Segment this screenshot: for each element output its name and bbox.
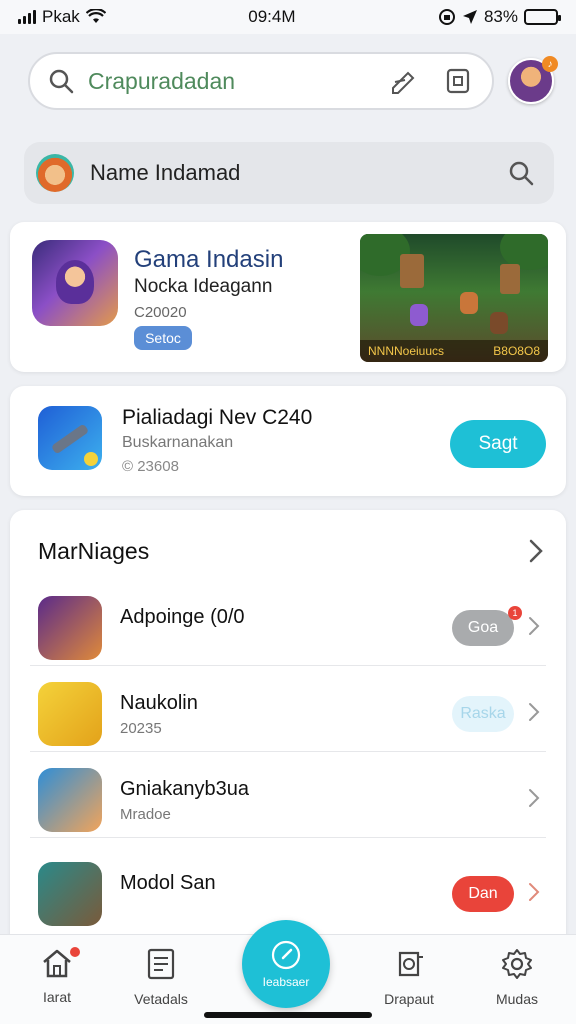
app-title: Adpoinge (0/0 bbox=[120, 606, 245, 628]
promo-app-title: Pialiadagi Nev C240 bbox=[122, 406, 313, 429]
hud-left-text: NNNNoeiuucs bbox=[368, 344, 445, 358]
search-bar[interactable]: Crapuradadan bbox=[28, 52, 494, 110]
app-title: Naukolin bbox=[120, 692, 198, 714]
search-input[interactable]: Crapuradadan bbox=[88, 68, 386, 95]
featured-game-title: Gama Indasin bbox=[134, 246, 284, 273]
chevron-right-icon[interactable] bbox=[528, 882, 540, 902]
promo-action-button[interactable]: Sagt bbox=[450, 420, 546, 468]
notification-dot: ♪ bbox=[542, 56, 558, 72]
featured-game-card[interactable]: Gama Indasin Nocka Ideagann C20020 Setoc… bbox=[10, 222, 566, 372]
search-icon bbox=[49, 69, 74, 94]
app-title: Gniakanyb3ua bbox=[120, 778, 249, 800]
rotation-lock-icon bbox=[438, 9, 455, 25]
clock: 09:4M bbox=[248, 7, 296, 26]
chevron-right-icon[interactable] bbox=[528, 538, 544, 564]
status-bar: Pkak 09:4M 83% bbox=[0, 0, 576, 34]
app-action-button[interactable]: Goa bbox=[452, 610, 514, 646]
app-action-button[interactable]: Dan bbox=[452, 876, 514, 912]
game-hud: NNNNoeiuucs B8O8O8 bbox=[360, 340, 548, 362]
app-icon bbox=[38, 682, 102, 746]
app-title: Modol San bbox=[120, 872, 216, 894]
apps-list-card: MarNiages Adpoinge (0/0 Goa 1 Naukolin 2… bbox=[10, 510, 566, 950]
download-icon bbox=[398, 951, 423, 977]
nav-item-list[interactable]: Vetadals bbox=[116, 947, 206, 1007]
featured-game-icon bbox=[32, 240, 118, 326]
list-heading: MarNiages bbox=[38, 538, 150, 564]
home-indicator[interactable] bbox=[204, 1012, 372, 1018]
scan-icon[interactable] bbox=[440, 63, 476, 99]
badge-dot: 1 bbox=[508, 606, 522, 620]
hud-right-text: B8O8O8 bbox=[493, 344, 540, 358]
wifi-icon bbox=[85, 9, 106, 23]
battery-percent: 83% bbox=[483, 7, 518, 26]
compass-icon bbox=[271, 940, 301, 970]
search-icon[interactable] bbox=[508, 160, 534, 186]
nav-label: Vetadals bbox=[134, 991, 188, 1007]
app-action-button[interactable]: Raska bbox=[452, 696, 514, 732]
edit-icon[interactable] bbox=[386, 63, 422, 99]
nav-label: Mudas bbox=[495, 991, 539, 1007]
notification-dot bbox=[70, 947, 80, 957]
nav-label: Drapaut bbox=[384, 991, 434, 1007]
featured-game-screenshot[interactable]: NNNNoeiuucs B8O8O8 bbox=[360, 234, 548, 362]
explore-fab-button[interactable]: Ieabsaer bbox=[242, 920, 330, 1008]
list-item[interactable]: Gniakanyb3ua Mradoe bbox=[30, 756, 546, 838]
app-subtitle: Mradoe bbox=[120, 806, 171, 823]
chevron-right-icon[interactable] bbox=[528, 788, 540, 808]
home-icon bbox=[43, 949, 71, 978]
app-icon bbox=[38, 862, 102, 926]
promo-app-subtitle: Buskarnanakan bbox=[122, 434, 234, 451]
list-icon bbox=[147, 948, 175, 980]
name-search-bar[interactable]: Name Indamad bbox=[24, 142, 554, 204]
featured-game-subtitle: Nocka Ideagann bbox=[134, 276, 273, 297]
nav-label: Iarat bbox=[42, 989, 71, 1005]
battery-icon bbox=[523, 9, 561, 25]
nav-item-settings[interactable]: Mudas bbox=[472, 947, 562, 1007]
carrier-name: Pkak bbox=[42, 7, 80, 26]
chevron-right-icon[interactable] bbox=[528, 702, 540, 722]
app-icon bbox=[38, 596, 102, 660]
promo-app-meta: © 23608 bbox=[122, 458, 179, 475]
app-icon bbox=[38, 768, 102, 832]
list-item[interactable]: Naukolin 20235 Raska bbox=[30, 670, 546, 752]
promo-app-icon bbox=[38, 406, 102, 470]
chevron-right-icon[interactable] bbox=[528, 616, 540, 636]
nav-item-download[interactable]: Drapaut bbox=[364, 947, 454, 1007]
featured-status-badge[interactable]: Setoc bbox=[134, 326, 192, 350]
promo-app-card[interactable]: Pialiadagi Nev C240 Buskarnanakan © 2360… bbox=[10, 386, 566, 496]
profile-avatar bbox=[36, 154, 74, 192]
gear-icon bbox=[502, 949, 532, 979]
fab-label: Ieabsaer bbox=[262, 975, 310, 989]
app-subtitle: 20235 bbox=[120, 720, 162, 737]
name-search-text[interactable]: Name Indamad bbox=[90, 160, 508, 186]
signal-icon bbox=[18, 10, 36, 24]
nav-item-home[interactable]: Iarat bbox=[12, 947, 102, 1005]
location-icon bbox=[462, 10, 477, 24]
list-item[interactable]: Adpoinge (0/0 Goa 1 bbox=[30, 584, 546, 666]
user-avatar[interactable]: ♪ bbox=[508, 56, 558, 104]
featured-game-meta: C20020 bbox=[134, 304, 187, 321]
